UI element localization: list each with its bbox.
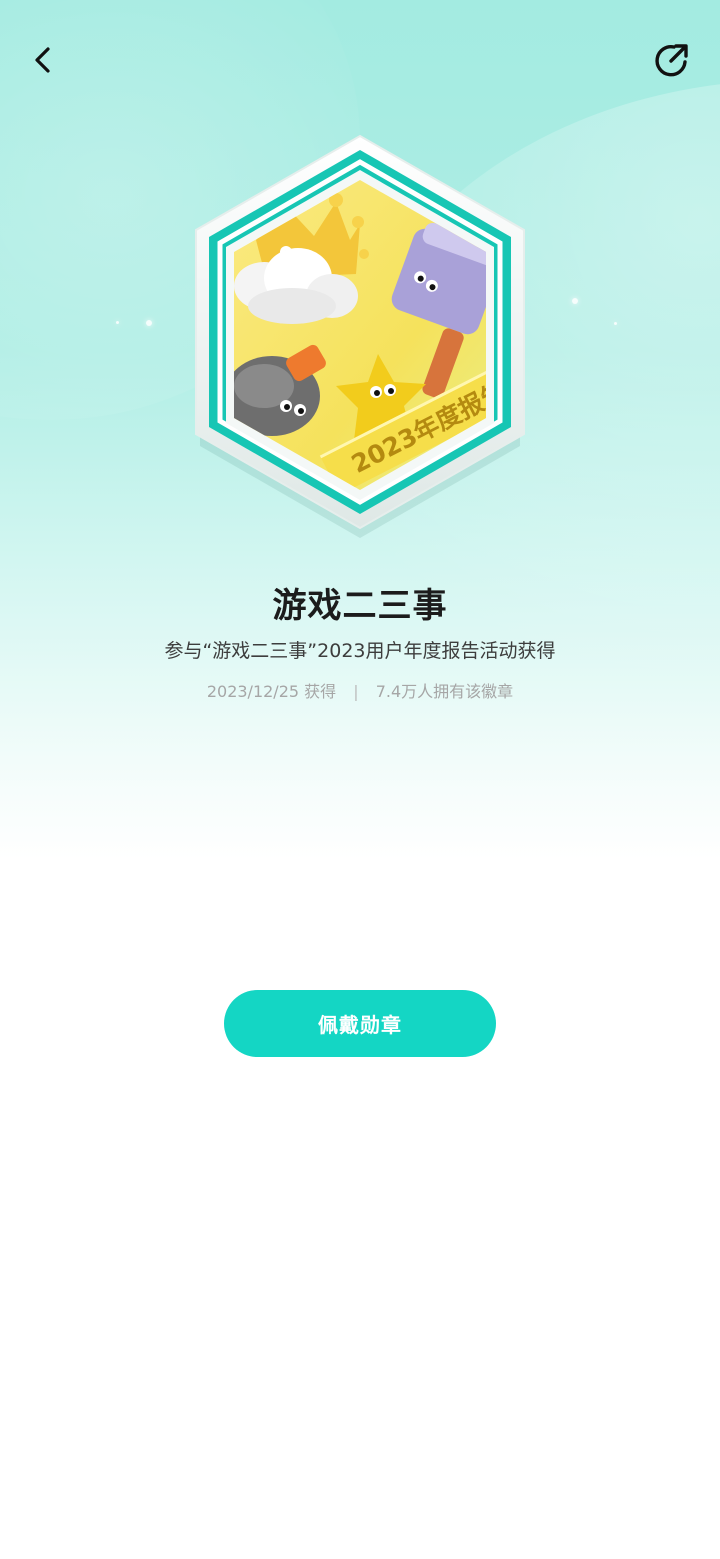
- chevron-left-icon: [35, 47, 50, 73]
- sparkle-decoration: [116, 321, 119, 324]
- sparkle-decoration: [614, 322, 617, 325]
- obtained-date: 2023/12/25 获得: [206, 682, 337, 701]
- badge-description: 参与“游戏二三事”2023用户年度报告活动获得: [164, 640, 556, 662]
- sparkle-decoration: [572, 298, 578, 304]
- badge-meta: 2023/12/25 获得 | 7.4万人拥有该徽章: [0, 678, 720, 702]
- back-button[interactable]: [20, 36, 68, 84]
- wear-badge-button[interactable]: 佩戴勋章: [224, 990, 496, 1057]
- sparkle-decoration: [146, 320, 152, 326]
- share-button[interactable]: [648, 36, 696, 84]
- badge-detail-page: 2023年度报告 游戏二三事 参与“游戏二三事”2023用户年度报告活动获得 2…: [0, 0, 720, 1559]
- meta-separator: |: [353, 682, 359, 701]
- badge-title: 游戏二三事: [272, 586, 448, 626]
- owner-count: 7.4万人拥有该徽章: [375, 682, 514, 701]
- share-icon: [655, 44, 688, 77]
- badge-image: 2023年度报告: [195, 134, 525, 538]
